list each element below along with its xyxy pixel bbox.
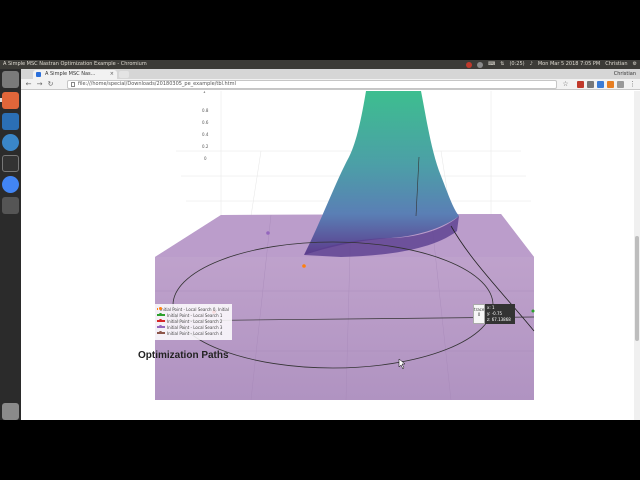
- hover-tooltip: trace 0 x: 1 y: -0.75 z: 67.13868: [473, 304, 515, 324]
- bookmark-star-icon[interactable]: ☆: [561, 80, 570, 89]
- chromium-indicator-icon[interactable]: [466, 62, 473, 68]
- browser-toolbar: ← → ↻ file:///home/special/Downloads/201…: [21, 79, 640, 90]
- settings-gear-icon[interactable]: ⚙: [633, 60, 637, 69]
- system-top-bar: A Simple MSC Nastran Optimization Exampl…: [0, 60, 640, 69]
- forward-arrow-icon[interactable]: →: [35, 80, 44, 89]
- surface-plot-svg[interactable]: [21, 91, 634, 420]
- reload-icon[interactable]: ↻: [46, 80, 55, 89]
- tooltip-trace-label: trace 0: [473, 304, 485, 324]
- legend-label: Initial Point - Local Search 2: [167, 318, 223, 324]
- tab-close-icon[interactable]: ×: [110, 70, 114, 79]
- tab-title: A Simple MSC Nas...: [45, 71, 96, 77]
- back-arrow-icon[interactable]: ←: [24, 80, 33, 89]
- legend-label: Initial Point - Local Search 0, Initial: [159, 306, 229, 312]
- url-text[interactable]: file:///home/special/Downloads/20180305_…: [78, 81, 236, 87]
- window-title: A Simple MSC Nastran Optimization Exampl…: [3, 61, 147, 67]
- extension-grey-icon[interactable]: [617, 81, 624, 88]
- trash-icon[interactable]: [2, 403, 19, 420]
- z-tick-label: 0: [204, 156, 207, 161]
- search-point[interactable]: [302, 264, 306, 268]
- legend-item[interactable]: Initial Point - Local Search 1: [157, 312, 229, 318]
- legend-item[interactable]: Initial Point - Local Search 4: [157, 330, 229, 336]
- legend-item[interactable]: Initial Point - Local Search 0, Initial: [157, 306, 229, 312]
- profile-badge[interactable]: Christian: [614, 69, 636, 79]
- clock[interactable]: Mon Mar 5 2018 7:05 PM: [538, 60, 600, 69]
- extension-icon[interactable]: [587, 81, 594, 88]
- user-name[interactable]: Christian: [605, 60, 627, 69]
- page-favicon-icon: [36, 72, 41, 77]
- network-icon[interactable]: ⇅: [500, 60, 504, 69]
- browser-tab[interactable]: A Simple MSC Nas... ×: [33, 70, 117, 79]
- drive-icon[interactable]: [2, 197, 19, 214]
- battery-status[interactable]: (0:25): [509, 60, 524, 69]
- scrollbar-thumb[interactable]: [635, 236, 639, 341]
- z-tick-label: 0.2: [202, 144, 209, 149]
- legend-item[interactable]: Initial Point - Local Search 3: [157, 324, 229, 330]
- legend-swatch: [157, 307, 162, 310]
- page-icon: [71, 82, 75, 87]
- chrome-icon[interactable]: [2, 176, 19, 193]
- extension-blue-icon[interactable]: [597, 81, 604, 88]
- new-tab-button[interactable]: [119, 71, 129, 78]
- keyboard-icon[interactable]: ⌨: [488, 60, 495, 69]
- legend-label: Initial Point - Local Search 3: [167, 324, 223, 330]
- search-point[interactable]: [531, 309, 535, 313]
- legend-swatch: [157, 319, 165, 322]
- dash-icon[interactable]: [2, 71, 19, 88]
- system-tray: ⌨ ⇅ (0:25) ♪ Mon Mar 5 2018 7:05 PM Chri…: [466, 60, 637, 69]
- files-icon[interactable]: [2, 92, 19, 109]
- legend-swatch: [157, 331, 165, 334]
- page-scrollbar[interactable]: [634, 91, 640, 420]
- legend-label: Initial Point - Local Search 4: [167, 330, 223, 336]
- tooltip-values: x: 1 y: -0.75 z: 67.13868: [485, 304, 515, 324]
- terminal-icon[interactable]: [2, 155, 19, 172]
- legend-swatch: [157, 325, 165, 328]
- volume-icon[interactable]: ♪: [530, 60, 533, 69]
- section-heading: Optimization Paths: [138, 350, 229, 361]
- page-content: 1 0.8 0.6 0.4 0.2 0 Initial Point - Loca…: [21, 91, 634, 420]
- tab-strip: A Simple MSC Nas... × Christian: [21, 69, 640, 79]
- launcher: [0, 69, 21, 420]
- plot-legend: Initial Point - Local Search 0, Initial …: [154, 304, 232, 340]
- legend-swatch: [157, 313, 165, 316]
- desktop-screen: A Simple MSC Nastran Optimization Exampl…: [0, 60, 640, 420]
- address-bar[interactable]: file:///home/special/Downloads/20180305_…: [67, 80, 557, 89]
- chromium-icon[interactable]: [2, 134, 19, 151]
- z-tick-label: 0.8: [202, 108, 209, 113]
- legend-label: Initial Point - Local Search 1: [167, 312, 223, 318]
- z-tick-label: 1: [203, 91, 206, 94]
- dropbox-icon[interactable]: [477, 62, 484, 68]
- menu-icon[interactable]: ⋮: [628, 80, 637, 89]
- virtualbox-icon[interactable]: [2, 113, 19, 130]
- z-tick-label: 0.4: [202, 132, 209, 137]
- plot-3d-surface[interactable]: 1 0.8 0.6 0.4 0.2 0 Initial Point - Loca…: [21, 91, 634, 420]
- tooltip-z: z: 67.13868: [487, 317, 511, 322]
- extension-shield-icon[interactable]: [577, 81, 584, 88]
- z-tick-label: 0.6: [202, 120, 209, 125]
- extension-orange-icon[interactable]: [607, 81, 614, 88]
- legend-item[interactable]: Initial Point - Local Search 2: [157, 318, 229, 324]
- search-point[interactable]: [266, 231, 270, 235]
